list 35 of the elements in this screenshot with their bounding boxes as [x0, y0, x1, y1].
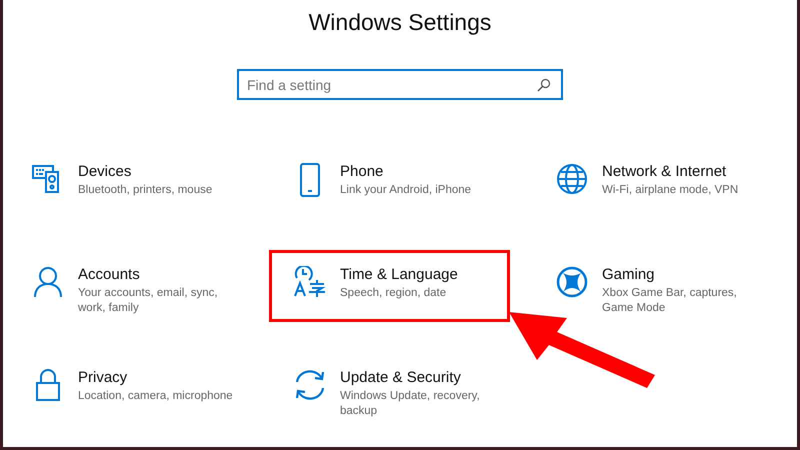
tile-description: Location, camera, microphone	[78, 389, 234, 404]
globe-icon	[556, 163, 588, 195]
person-icon	[34, 266, 62, 298]
settings-tile[interactable]: Network & Internet Wi-Fi, airplane mode, VPN	[554, 159, 779, 198]
settings-tile[interactable]: Accounts Your accounts, email, sync, work, family	[30, 262, 255, 316]
search-icon	[537, 78, 551, 92]
padlock-icon	[36, 369, 60, 401]
tile-description: Xbox Game Bar, captures, Game Mode	[602, 286, 738, 316]
settings-tile[interactable]: Time & Language Speech, region, date	[292, 262, 517, 301]
settings-tile[interactable]: Privacy Location, camera, microphone	[30, 365, 255, 404]
tile-description: Link your Android, iPhone	[340, 183, 472, 198]
tile-description: Bluetooth, printers, mouse	[78, 183, 214, 198]
tile-description: Wi-Fi, airplane mode, VPN	[602, 183, 740, 198]
settings-tile[interactable]: Gaming Xbox Game Bar, captures, Game Mode	[554, 262, 779, 316]
tile-title: Devices	[78, 163, 132, 180]
tile-title: Accounts	[78, 266, 141, 283]
arrow-icon	[507, 310, 657, 390]
settings-tile[interactable]: Devices Bluetooth, printers, mouse	[30, 159, 255, 198]
search-field[interactable]: Find a setting	[237, 69, 563, 100]
settings-tile[interactable]: Update & Security Windows Update, recovery, backup	[292, 365, 517, 419]
tile-title: Update & Security	[340, 369, 462, 386]
window-title: Windows Settings	[308, 8, 492, 36]
xbox-icon	[556, 266, 588, 298]
tile-title: Privacy	[78, 369, 128, 386]
clock-letters-icon	[293, 266, 327, 298]
settings-tile[interactable]: Phone Link your Android, iPhone	[292, 159, 517, 198]
tile-description: Speech, region, date	[340, 286, 448, 301]
tile-description: Windows Update, recovery, backup	[340, 389, 481, 419]
tile-description: Your accounts, email, sync, work, family	[78, 286, 219, 316]
tile-title: Time & Language	[340, 266, 459, 283]
tile-title: Phone	[340, 163, 384, 180]
phone-icon	[299, 163, 321, 197]
tile-title: Gaming	[602, 266, 656, 283]
tile-title: Network & Internet	[602, 163, 728, 180]
sync-icon	[293, 369, 327, 401]
